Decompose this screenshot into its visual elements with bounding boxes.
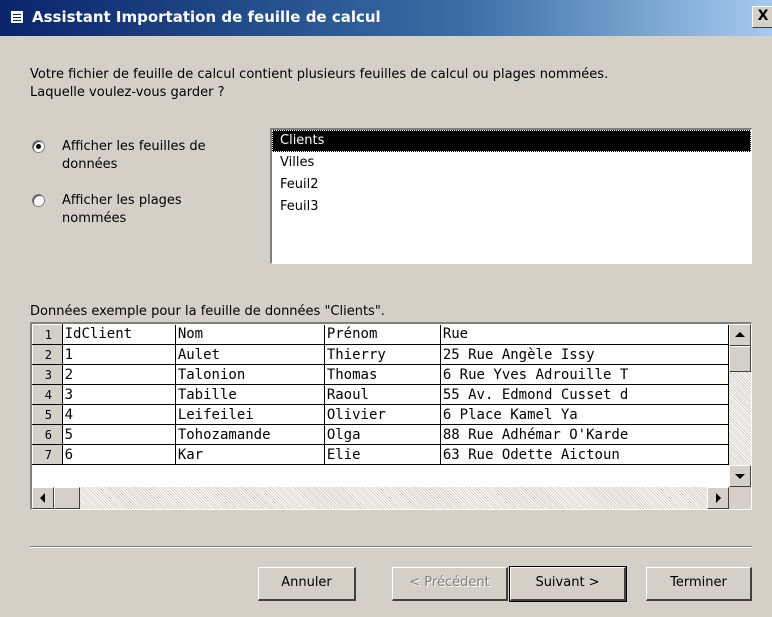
radio-show-sheets-label[interactable]: Afficher les feuilles de données (62, 138, 242, 174)
title-bar[interactable]: Assistant Importation de feuille de calc… (0, 0, 772, 36)
window-title: Assistant Importation de feuille de calc… (32, 8, 381, 26)
table-cell: Talonion (175, 364, 325, 385)
table-cell: Tabille (175, 384, 325, 405)
scrollbar-corner (729, 487, 751, 509)
row-number: 3 (32, 364, 63, 385)
arrow-down-icon (735, 474, 745, 479)
sheet-list-item[interactable]: Clients (272, 130, 751, 152)
row-number: 7 (32, 444, 63, 465)
table-cell: 2 (62, 364, 176, 385)
table-cell: 5 (62, 424, 176, 445)
table-cell: Olga (324, 424, 441, 445)
row-number: 2 (32, 344, 63, 365)
table-row: 4 3 Tabille Raoul 55 Av. Edmond Cusset d (32, 384, 729, 405)
separator (30, 546, 752, 548)
sample-data-table-viewport: 1 IdClient Nom Prénom Rue 2 1 Aulet Thierry 25 Ru… (32, 324, 729, 487)
table-cell: 55 Av. Edmond Cusset d (440, 384, 729, 405)
import-wizard-window: Assistant Importation de feuille de calc… (0, 0, 772, 617)
row-number: 1 (32, 324, 63, 345)
column-header-cell: IdClient (62, 324, 176, 345)
table-cell: 6 Rue Yves Adrouille T (440, 364, 729, 385)
close-button[interactable]: X (752, 6, 772, 28)
table-row: 2 1 Aulet Thierry 25 Rue Angèle Issy (32, 344, 729, 365)
arrow-right-icon (716, 493, 721, 503)
scroll-down-button[interactable] (729, 465, 751, 487)
description: Votre fichier de feuille de calcul conti… (30, 66, 750, 102)
column-header-cell: Nom (175, 324, 325, 345)
sample-data-table: 1 IdClient Nom Prénom Rue 2 1 Aulet Thierry 25 Ru… (32, 324, 729, 465)
table-cell: 1 (62, 344, 176, 365)
sheet-listbox[interactable]: Clients Villes Feuil2 Feuil3 (270, 128, 752, 264)
table-cell: 88 Rue Adhémar O'Karde (440, 424, 729, 445)
table-cell: 4 (62, 404, 176, 425)
radio-show-named-ranges-label[interactable]: Afficher les plages nommées (62, 192, 242, 228)
table-row: 1 IdClient Nom Prénom Rue (32, 324, 729, 345)
arrow-up-icon (735, 332, 745, 337)
table-cell: 25 Rue Angèle Issy (440, 344, 729, 365)
sheet-list-item[interactable]: Villes (272, 152, 751, 174)
arrow-left-icon (40, 493, 45, 503)
horizontal-scroll-thumb[interactable] (54, 487, 80, 509)
sheet-list-item[interactable]: Feuil3 (272, 196, 751, 218)
scroll-up-button[interactable] (729, 324, 751, 346)
table-cell: Elie (324, 444, 441, 465)
table-cell: Raoul (324, 384, 441, 405)
column-header-cell: Rue (440, 324, 729, 345)
table-cell: Thierry (324, 344, 441, 365)
sheet-list-item[interactable]: Feuil2 (272, 174, 751, 196)
previous-button[interactable]: < Précédent (392, 567, 508, 601)
horizontal-scrollbar[interactable] (32, 487, 729, 509)
description-line-2: Laquelle voulez-vous garder ? (30, 85, 225, 100)
sample-data-grid[interactable]: 1 IdClient Nom Prénom Rue 2 1 Aulet Thierry 25 Ru… (30, 322, 752, 510)
scroll-right-button[interactable] (707, 487, 729, 509)
table-row: 5 4 Leifeilei Olivier 6 Place Kamel Ya (32, 404, 729, 425)
table-cell: Aulet (175, 344, 325, 365)
table-cell: 6 (62, 444, 176, 465)
table-cell: Olivier (324, 404, 441, 425)
vertical-scroll-thumb[interactable] (729, 346, 751, 372)
table-row: 6 5 Tohozamande Olga 88 Rue Adhémar O'Karde (32, 424, 729, 445)
table-cell: Tohozamande (175, 424, 325, 445)
table-cell: 63 Rue Odette Aictoun (440, 444, 729, 465)
scroll-left-button[interactable] (32, 487, 54, 509)
table-cell: 3 (62, 384, 176, 405)
row-number: 5 (32, 404, 63, 425)
vertical-scrollbar[interactable] (729, 324, 751, 487)
radio-button-unchecked-icon[interactable] (32, 194, 45, 207)
column-header-cell: Prénom (324, 324, 441, 345)
row-number: 6 (32, 424, 63, 445)
description-line-1: Votre fichier de feuille de calcul conti… (30, 67, 609, 82)
table-cell: Leifeilei (175, 404, 325, 425)
table-row: 7 6 Kar Elie 63 Rue Odette Aictoun (32, 444, 729, 465)
table-cell: 6 Place Kamel Ya (440, 404, 729, 425)
sample-data-label: Données exemple pour la feuille de donné… (30, 304, 385, 319)
next-button[interactable]: Suivant > (509, 566, 627, 602)
table-cell: Kar (175, 444, 325, 465)
finish-button[interactable]: Terminer (646, 567, 752, 601)
cancel-button[interactable]: Annuler (258, 567, 356, 601)
table-cell: Thomas (324, 364, 441, 385)
table-row: 3 2 Talonion Thomas 6 Rue Yves Adrouille T (32, 364, 729, 385)
row-number: 4 (32, 384, 63, 405)
window-icon (10, 10, 24, 24)
radio-button-checked-icon[interactable] (32, 140, 45, 153)
